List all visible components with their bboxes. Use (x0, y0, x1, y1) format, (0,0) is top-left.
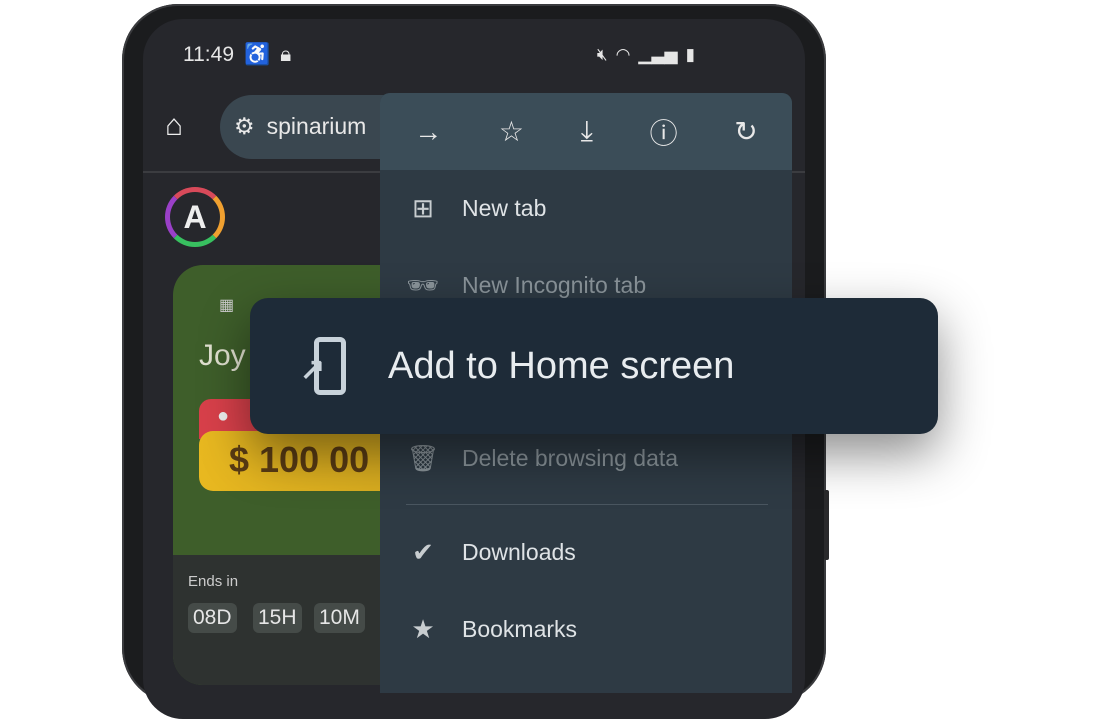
status-time: 11:49 (183, 43, 234, 66)
wifi-icon: ◠ (615, 45, 631, 64)
status-bar-right: 🔇︎ ◠ ▁▃▅ ▮ (597, 45, 695, 65)
menu-item-label: New Incognito tab (462, 272, 647, 298)
home-icon[interactable]: ⌂ (165, 109, 183, 143)
menu-item-label: Delete browsing data (462, 445, 679, 471)
menu-item-add-to-home-screen[interactable]: ↗ Add to Home screen (250, 298, 938, 434)
menu-item-label: Downloads (462, 539, 576, 565)
info-icon[interactable]: ⓘ (650, 112, 678, 152)
downloads-icon: ✔ (412, 537, 434, 567)
status-bar-left: 11:49 ♿ 🔒︎ (183, 43, 291, 67)
menu-item-new-incognito-tab[interactable]: 🕶︎ New Incognito tab (406, 270, 646, 301)
card-title: Joy (199, 339, 246, 372)
menu-item-downloads[interactable]: ✔ Downloads (406, 537, 576, 568)
refresh-icon[interactable]: ↻ (734, 115, 757, 148)
star-icon[interactable]: ☆ (499, 115, 524, 148)
download-icon[interactable]: ⤓ (581, 115, 593, 148)
new-tab-icon: ⊞ (412, 193, 434, 223)
mute-icon: 🔇︎ (596, 45, 608, 64)
add-to-home-screen-icon: ↗ (300, 337, 346, 395)
calendar-icon: ▦ (219, 297, 235, 314)
tune-icon[interactable]: ⚙ (234, 113, 255, 159)
menu-divider (406, 504, 768, 505)
trash-icon: 🗑︎ (406, 443, 440, 473)
menu-item-label: New tab (462, 195, 547, 221)
countdown-hours: 15H (253, 603, 302, 633)
bookmark-star-icon: ★ (411, 614, 435, 644)
lock-icon: 🔒︎ (280, 43, 292, 66)
site-logo[interactable]: A (165, 187, 225, 247)
battery-icon: ▮ (685, 45, 695, 64)
coins-icon: ● (217, 405, 230, 427)
popup-label: Add to Home screen (388, 344, 735, 387)
forward-icon[interactable]: → (414, 116, 442, 148)
phone-side-button (824, 490, 829, 560)
menu-item-new-tab[interactable]: ⊞ New tab (406, 193, 546, 224)
menu-item-bookmarks[interactable]: ★ Bookmarks (406, 614, 577, 645)
countdown-days: 08D (188, 603, 237, 633)
menu-icon-row: → ☆ ⤓ ⓘ ↻ (380, 93, 792, 170)
menu-item-delete-browsing-data[interactable]: 🗑︎ Delete browsing data (406, 443, 678, 474)
countdown-minutes: 10M (314, 603, 365, 633)
ends-label: Ends in (188, 573, 239, 590)
accessibility-icon: ♿ (244, 43, 271, 66)
menu-item-label: Bookmarks (462, 616, 578, 642)
url-text: spinarium (266, 113, 367, 139)
signal-icon: ▁▃▅ (638, 45, 678, 64)
incognito-icon: 🕶︎ (406, 270, 440, 300)
